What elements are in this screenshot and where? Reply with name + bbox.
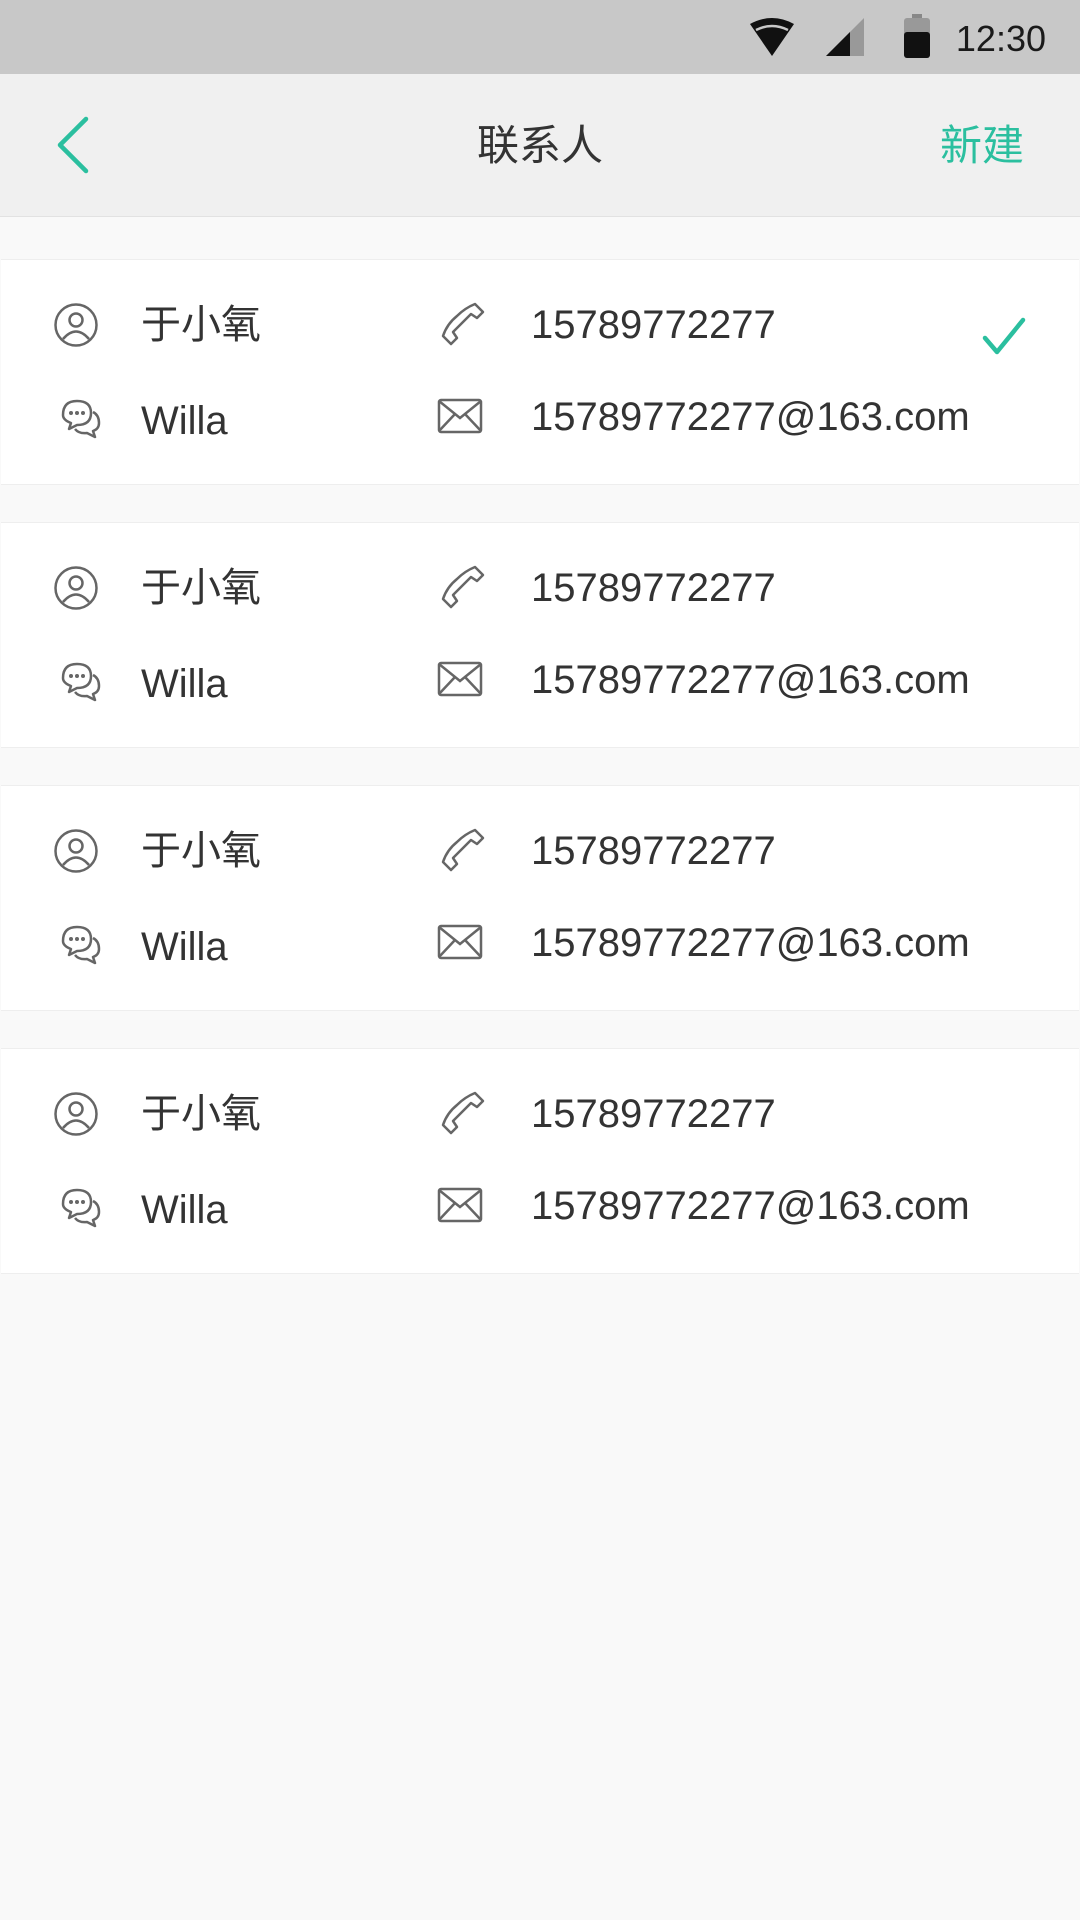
phone-icon — [441, 302, 485, 346]
contact-phone: 15789772277 — [531, 303, 776, 347]
person-icon — [54, 1092, 98, 1136]
person-icon — [54, 303, 98, 347]
battery-icon — [904, 14, 930, 58]
phone-icon — [441, 565, 485, 609]
contact-email: 15789772277@163.com — [531, 658, 970, 702]
contact-card[interactable]: 于小氧 15789772277 Willa 15789772277@163.co… — [1, 522, 1079, 748]
check-icon — [982, 317, 1026, 355]
contact-card[interactable]: 于小氧 15789772277 Willa 15789772277@163.co… — [1, 259, 1079, 485]
contact-name: 于小氧 — [141, 303, 261, 347]
phone-icon — [441, 828, 485, 872]
status-bar: 12:30 — [0, 0, 1080, 74]
contact-alias: Willa — [141, 925, 228, 969]
contact-email: 15789772277@163.com — [531, 395, 970, 439]
contact-email: 15789772277@163.com — [531, 921, 970, 965]
contact-card[interactable]: 于小氧 15789772277 Willa 15789772277@163.co… — [1, 1048, 1079, 1274]
nav-bar: 联系人 新建 — [0, 74, 1080, 217]
contact-name: 于小氧 — [141, 566, 261, 610]
cellular-signal-icon — [826, 18, 864, 56]
chat-icon — [61, 1188, 101, 1228]
contact-phone: 15789772277 — [531, 1092, 776, 1136]
phone-icon — [441, 1091, 485, 1135]
mail-icon — [437, 398, 483, 434]
contact-name: 于小氧 — [141, 1092, 261, 1136]
chat-icon — [61, 662, 101, 702]
chat-icon — [61, 399, 101, 439]
person-icon — [54, 829, 98, 873]
contact-alias: Willa — [141, 1188, 228, 1232]
contact-alias: Willa — [141, 399, 228, 443]
person-icon — [54, 566, 98, 610]
page-title: 联系人 — [476, 122, 603, 169]
contact-phone: 15789772277 — [531, 829, 776, 873]
new-contact-button[interactable]: 新建 — [940, 74, 1024, 217]
contact-alias: Willa — [141, 662, 228, 706]
contact-phone: 15789772277 — [531, 566, 776, 610]
mail-icon — [437, 661, 483, 697]
mail-icon — [437, 1187, 483, 1223]
mail-icon — [437, 924, 483, 960]
status-time: 12:30 — [955, 18, 1046, 59]
wifi-icon — [750, 18, 794, 56]
chat-icon — [61, 925, 101, 965]
contact-email: 15789772277@163.com — [531, 1184, 970, 1228]
contact-list: 于小氧 15789772277 Willa 15789772277@163.co… — [0, 259, 1080, 1311]
contact-name: 于小氧 — [141, 829, 261, 873]
contact-card[interactable]: 于小氧 15789772277 Willa 15789772277@163.co… — [1, 785, 1079, 1011]
